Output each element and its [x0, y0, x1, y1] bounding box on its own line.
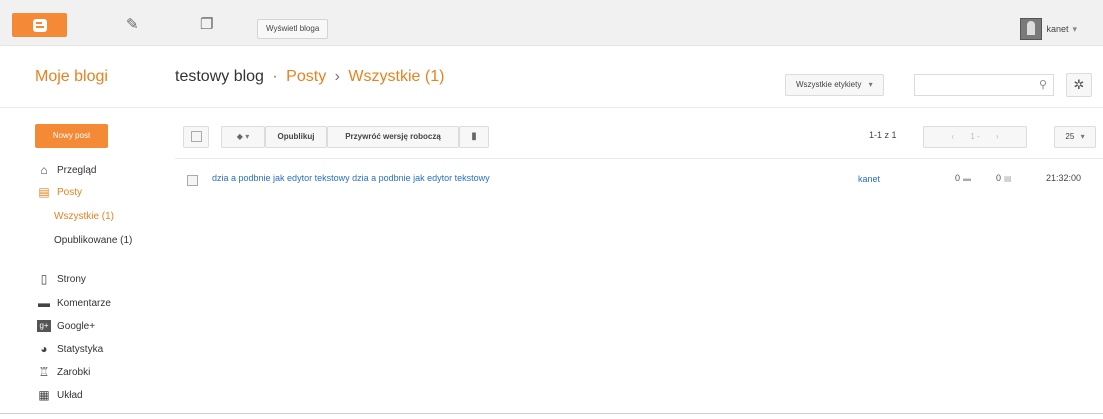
breadcrumb: testowy blog · Posty › Wszystkie (1) — [175, 68, 444, 86]
sidebar-item-earnings[interactable]: ♖ Zarobki — [37, 365, 91, 379]
user-name: kanet — [1046, 24, 1069, 34]
posts-toolbar: ◆ ▾ Opublikuj Przywróć wersję roboczą ▮ … — [175, 116, 1103, 158]
posts-icon: ▤ — [38, 185, 50, 199]
revert-to-draft-button[interactable]: Przywróć wersję roboczą — [327, 126, 459, 148]
layout-icon: ▦ — [38, 388, 50, 402]
page-count: 1-1 z 1 — [869, 130, 897, 140]
per-page-value: 25 — [1065, 132, 1075, 141]
page-icon: ▯ — [40, 272, 48, 286]
comment-icon: ▬ — [38, 296, 50, 310]
sidebar-item-label: Przegląd — [57, 164, 97, 176]
comment-icon: ▬ — [963, 174, 972, 183]
top-bar: ✎ ❐ Wyświetl bloga kanet ▾ — [0, 0, 1103, 46]
views-count: 0 — [996, 173, 1002, 183]
chevron-down-icon: ▾ — [1080, 132, 1085, 141]
sidebar-item-label: Układ — [57, 389, 83, 401]
stats-icon: ◕ — [40, 342, 48, 356]
chevron-left-icon[interactable]: ‹ — [951, 132, 954, 141]
sidebar-item-label: Strony — [57, 273, 86, 285]
home-icon: ⌂ — [40, 163, 48, 177]
googleplus-icon: g+ — [37, 320, 51, 332]
post-title-link[interactable]: dzia a podbnie jak edytor tekstowy dzia … — [212, 173, 490, 183]
pencil-icon[interactable]: ✎ — [126, 17, 139, 32]
breadcrumb-blog-name: testowy blog — [175, 68, 264, 85]
sidebar-item-label: Komentarze — [57, 297, 111, 309]
views-icon: ▤ — [1004, 174, 1012, 183]
view-blog-button[interactable]: Wyświetl bloga — [257, 19, 329, 39]
sidebar-item-label: Posty — [57, 186, 83, 198]
label-dropdown-button[interactable]: ◆ ▾ — [221, 126, 265, 148]
sidebar-item-overview[interactable]: ⌂ Przegląd — [37, 164, 96, 176]
search-input[interactable]: ⚲ — [914, 74, 1054, 96]
breadcrumb-all: Wszystkie (1) — [348, 68, 445, 85]
trophy-icon: ♖ — [38, 365, 50, 379]
comments-count: 0 — [955, 173, 961, 183]
page-range: 1 - — [970, 132, 980, 141]
pagination[interactable]: ‹ 1 - › — [923, 126, 1027, 148]
blogger-logo-icon — [32, 18, 47, 32]
avatar[interactable] — [1020, 18, 1043, 40]
checkbox-icon — [190, 131, 202, 143]
post-time: 21:32:00 — [1046, 173, 1082, 183]
divider — [175, 158, 1103, 159]
row-checkbox[interactable] — [187, 175, 198, 186]
my-blogs-link[interactable]: Moje blogi — [35, 68, 108, 86]
sidebar-item-published[interactable]: Opublikowane (1) — [54, 235, 132, 246]
sidebar-item-googleplus[interactable]: g+ Google+ — [37, 320, 95, 332]
sidebar-item-layout[interactable]: ▦ Układ — [37, 388, 83, 402]
sidebar-item-stats[interactable]: ◕ Statystyka — [37, 343, 103, 355]
delete-button[interactable]: ▮ — [459, 126, 489, 148]
breadcrumb-posts[interactable]: Posty — [286, 68, 326, 85]
publish-button[interactable]: Opublikuj — [265, 126, 327, 148]
labels-filter-dropdown[interactable]: Wszystkie etykiety ▾ — [785, 74, 884, 96]
divider — [0, 413, 1103, 414]
sidebar-item-comments[interactable]: ▬ Komentarze — [37, 297, 111, 309]
select-all-checkbox[interactable] — [183, 126, 209, 148]
sidebar-item-label: Zarobki — [57, 366, 91, 378]
pages-icon[interactable]: ❐ — [200, 17, 213, 32]
sidebar-item-label: Statystyka — [57, 343, 104, 355]
user-menu[interactable]: kanet ▾ — [1020, 18, 1077, 40]
gear-icon[interactable]: ✲ — [1066, 73, 1092, 97]
sidebar-item-label: Google+ — [57, 320, 96, 332]
post-author-link[interactable]: kanet — [858, 174, 880, 184]
post-views-count: 0 ▤ — [996, 173, 1012, 183]
blogger-logo-button[interactable] — [12, 13, 67, 37]
breadcrumb-arrow: › — [334, 68, 340, 85]
post-comments-count: 0 ▬ — [955, 173, 971, 183]
sidebar-item-pages[interactable]: ▯ Strony — [37, 273, 86, 285]
sidebar-item-posts[interactable]: ▤ Posty — [37, 186, 82, 198]
breadcrumb-separator: · — [272, 68, 278, 85]
chevron-down-icon: ▾ — [245, 132, 250, 141]
per-page-select[interactable]: 25 ▾ — [1054, 126, 1096, 148]
trash-icon: ▮ — [471, 131, 477, 142]
chevron-down-icon: ▾ — [1072, 23, 1077, 34]
chevron-down-icon: ▾ — [868, 80, 873, 89]
search-icon[interactable]: ⚲ — [1039, 78, 1047, 91]
chevron-right-icon[interactable]: › — [996, 132, 999, 141]
page-header: Moje blogi testowy blog · Posty › Wszyst… — [0, 46, 1103, 108]
new-post-button[interactable]: Nowy post — [35, 124, 108, 148]
labels-filter-label: Wszystkie etykiety — [796, 80, 862, 89]
label-icon: ◆ — [236, 132, 243, 141]
sidebar-item-all-posts[interactable]: Wszystkie (1) — [54, 211, 114, 222]
table-row[interactable]: dzia a podbnie jak edytor tekstowy dzia … — [175, 166, 1103, 194]
